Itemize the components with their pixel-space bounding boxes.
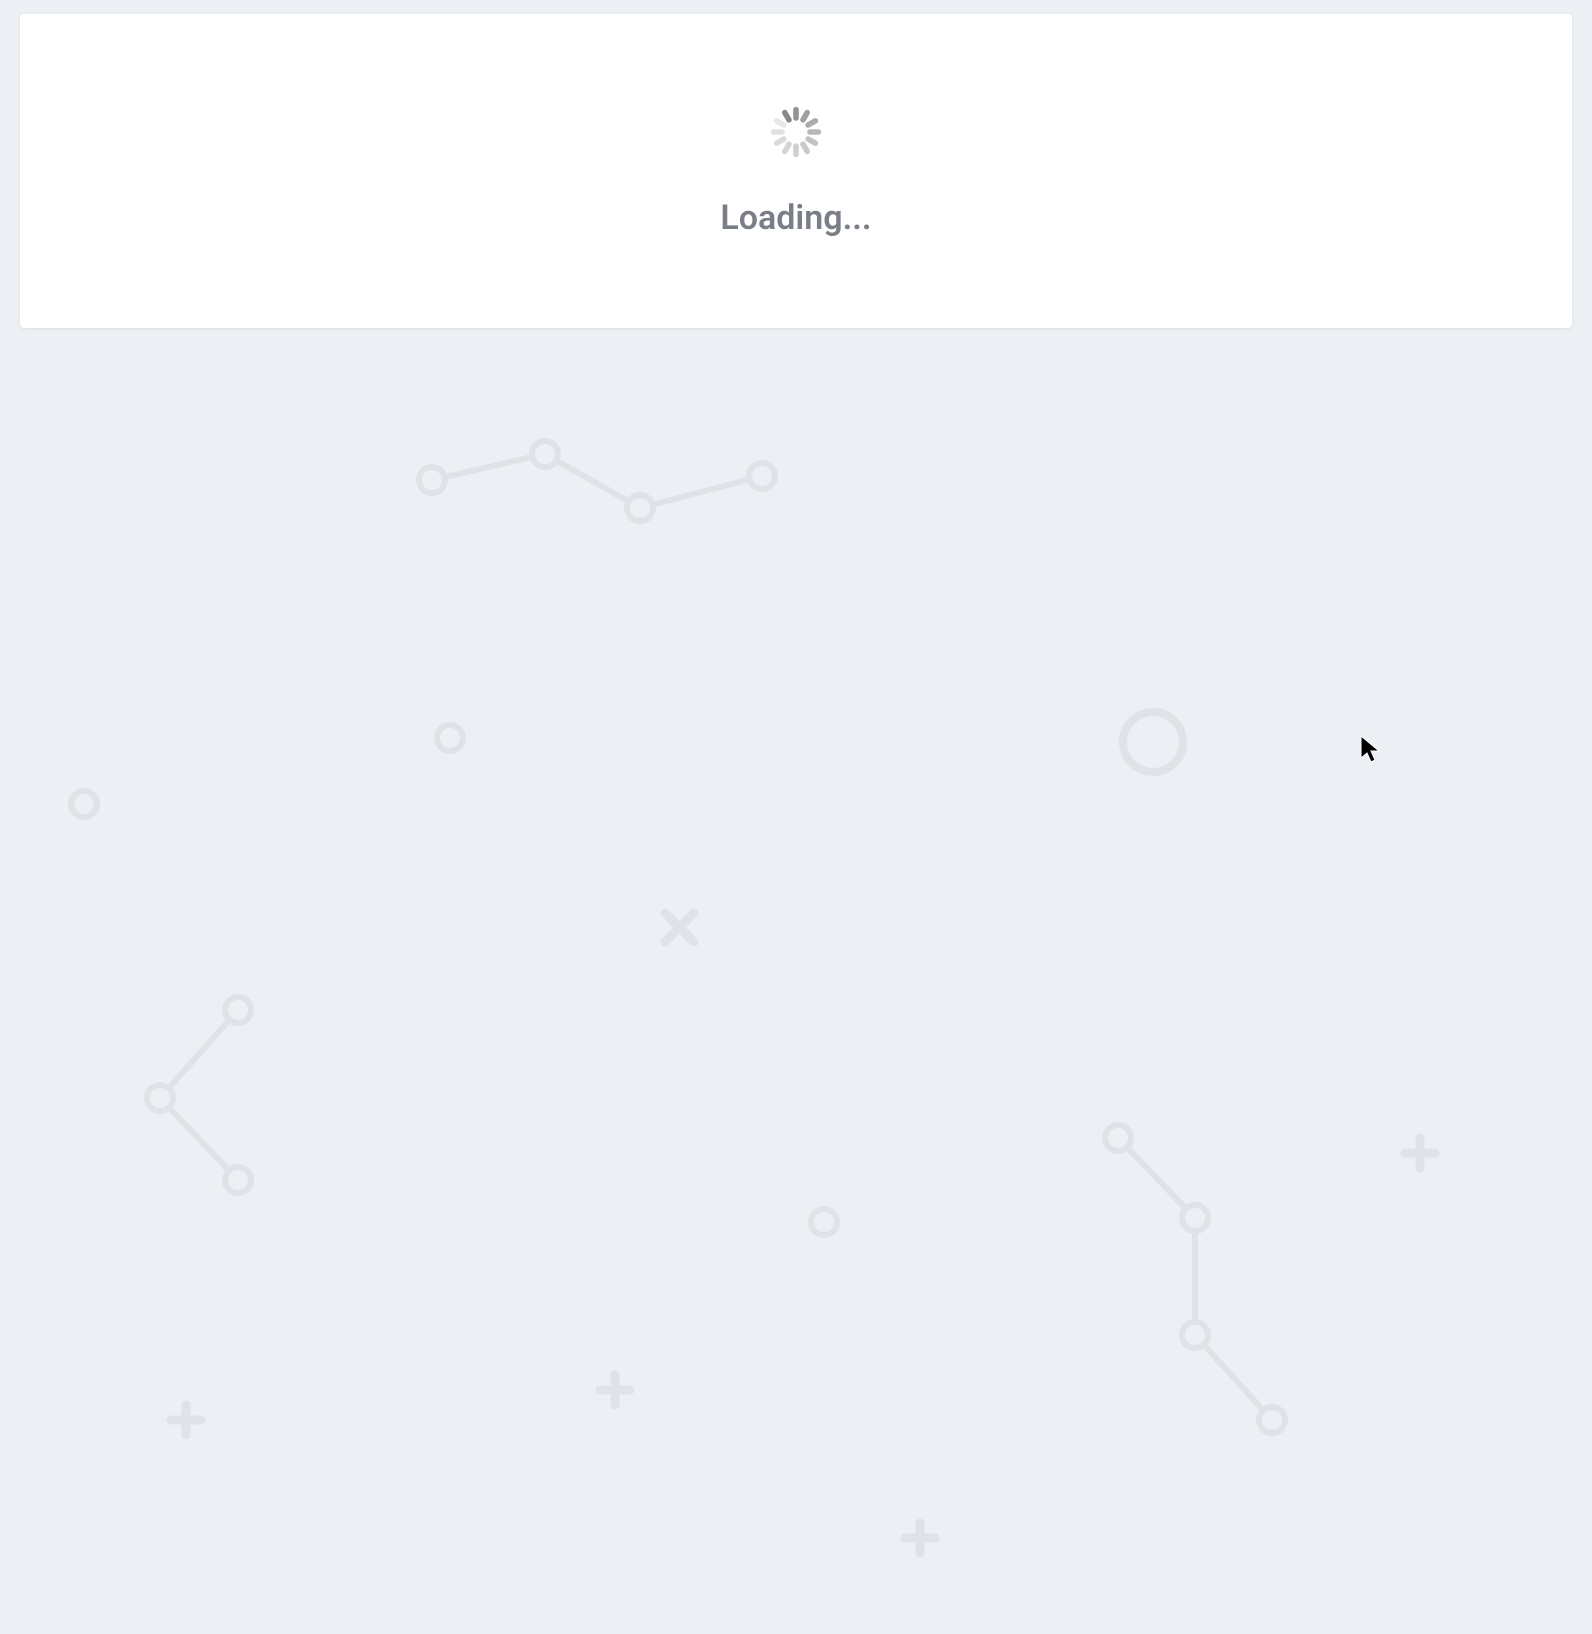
spinner-icon — [768, 104, 824, 160]
loading-card: Loading... — [20, 14, 1572, 328]
cursor-icon — [1360, 735, 1382, 765]
loading-text: Loading... — [720, 198, 871, 238]
